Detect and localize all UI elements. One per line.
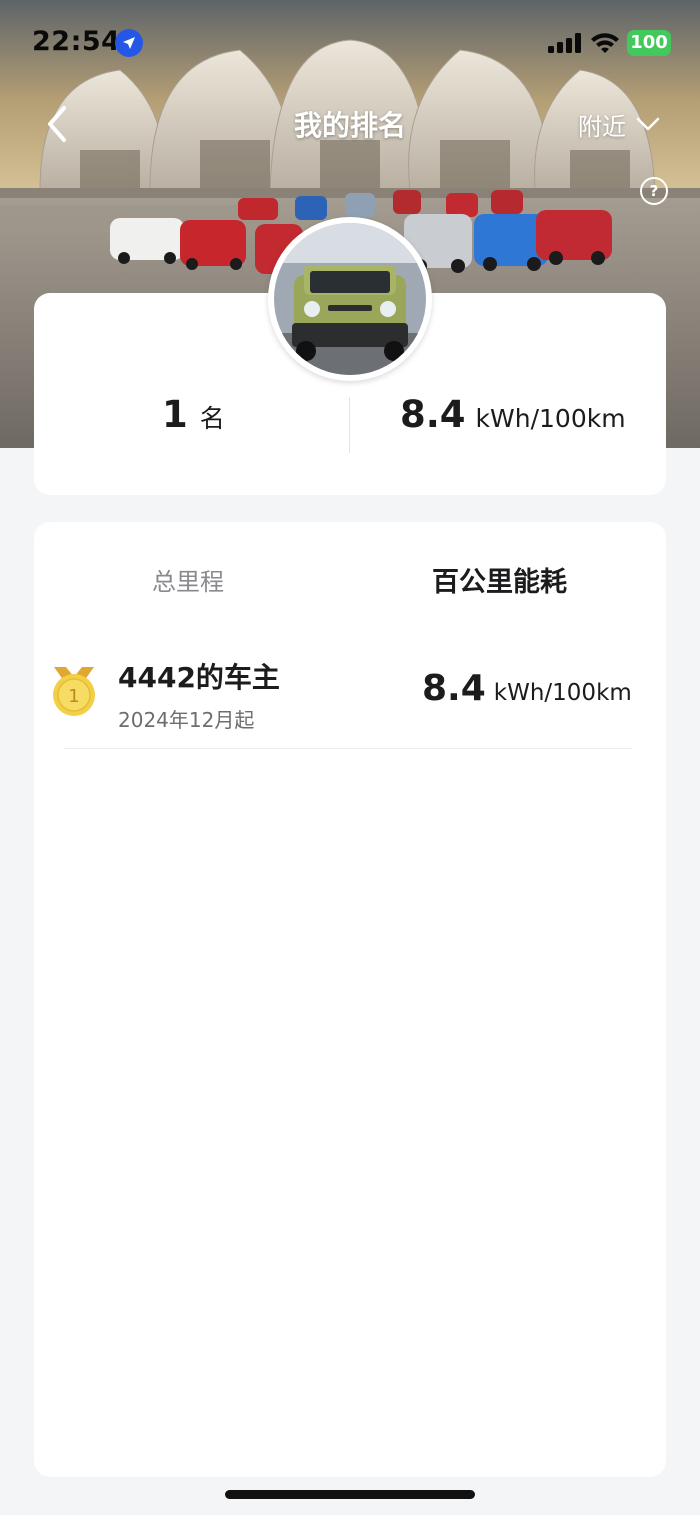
energy-unit: kWh/100km: [475, 404, 626, 433]
medal-rank-number: 1: [68, 686, 79, 707]
rank-stat: 1 名: [162, 393, 225, 436]
cellular-signal-icon: [548, 33, 581, 53]
owner-since: 2024年12月起: [118, 708, 255, 732]
tab-energy-per-100km[interactable]: 百公里能耗: [432, 560, 567, 599]
avatar[interactable]: [268, 217, 432, 381]
status-bar: 22:54 100: [0, 0, 700, 86]
battery-indicator: 100: [627, 30, 671, 56]
clock: 22:54: [32, 26, 121, 57]
region-dropdown[interactable]: 附近: [578, 106, 660, 142]
region-label: 附近: [578, 112, 626, 141]
gold-medal-icon: 1: [53, 667, 95, 716]
home-indicator[interactable]: [225, 1490, 475, 1499]
wifi-icon: [591, 33, 619, 53]
row-divider: [64, 748, 632, 749]
location-arrow-icon: [115, 29, 143, 57]
energy-stat: 8.4 kWh/100km: [400, 393, 626, 436]
row-energy-unit: kWh/100km: [493, 680, 632, 706]
ranking-list-card: 总里程 百公里能耗 1 4442的车主 2024年12月起 8.4 kWh/10…: [34, 522, 666, 1477]
rank-unit: 名: [199, 404, 225, 433]
rank-number: 1: [162, 393, 188, 436]
row-energy-stat: 8.4 kWh/100km: [422, 668, 632, 709]
stat-divider: [349, 397, 350, 453]
chevron-down-icon: [636, 117, 660, 131]
avatar-car-photo: [274, 223, 426, 375]
row-energy-value: 8.4: [422, 668, 486, 709]
question-circle-icon[interactable]: ?: [640, 177, 668, 205]
energy-value: 8.4: [400, 393, 466, 436]
tab-total-mileage[interactable]: 总里程: [152, 562, 224, 597]
owner-name: 4442的车主: [118, 661, 280, 694]
